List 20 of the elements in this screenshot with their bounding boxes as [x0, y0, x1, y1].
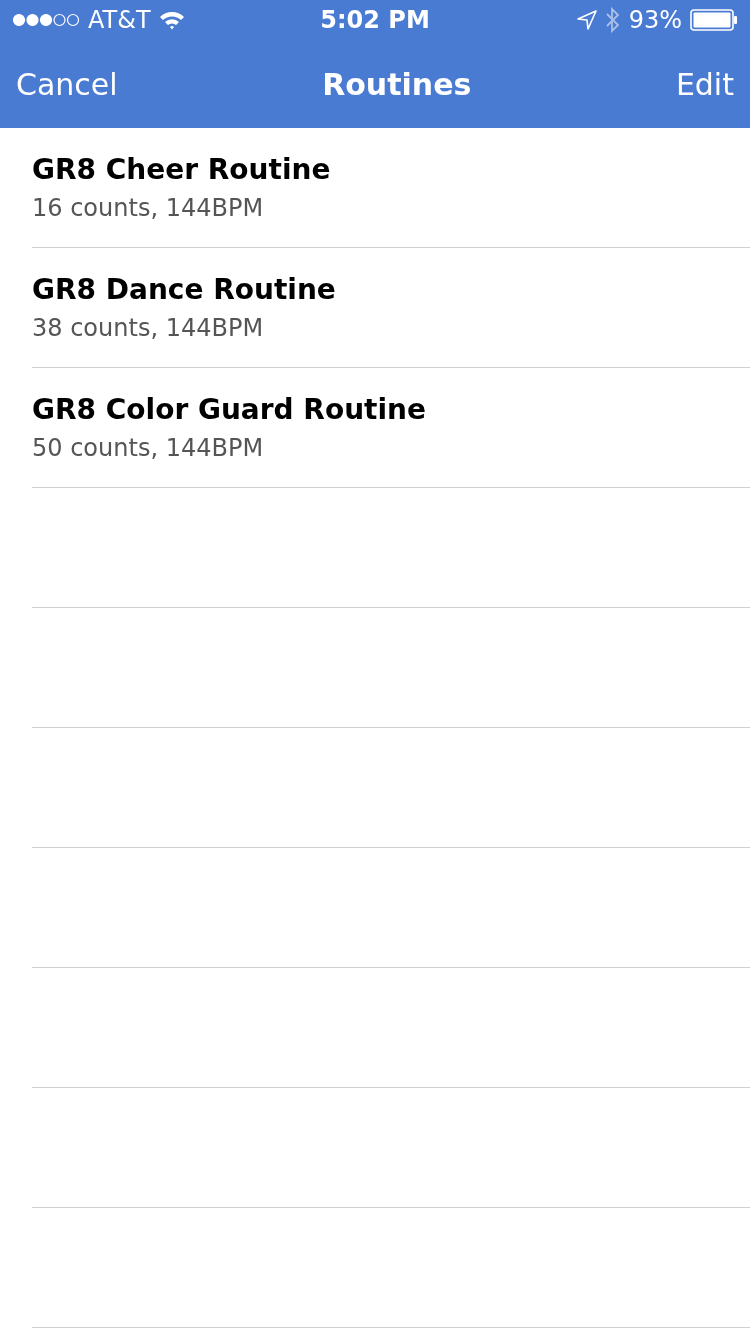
carrier-name: AT&T [88, 6, 151, 34]
routine-detail: 50 counts, 144BPM [32, 434, 265, 462]
routine-detail: 38 counts, 144BPM [32, 314, 265, 342]
nav-title: Routines [322, 66, 472, 102]
routine-detail: 16 counts, 144BPM [32, 194, 265, 222]
routine-title: GR8 Color Guard Routine [32, 393, 427, 426]
edit-button[interactable]: Edit [675, 66, 734, 102]
signal-icon [12, 13, 80, 27]
routine-row[interactable]: GR8 Cheer Routine 16 counts, 144BPM [32, 128, 750, 248]
routine-row[interactable]: GR8 Color Guard Routine 50 counts, 144BPM [32, 368, 750, 488]
wifi-icon [158, 10, 185, 30]
location-arrow-icon [576, 10, 597, 30]
battery-icon [690, 9, 738, 31]
routine-row[interactable]: GR8 Dance Routine 38 counts, 144BPM [32, 248, 750, 368]
battery-percent: 93% [628, 6, 682, 34]
bluetooth-icon [604, 7, 621, 33]
routine-title: GR8 Cheer Routine [32, 153, 332, 186]
status-time: 5:02 PM [320, 6, 430, 34]
cancel-button[interactable]: Cancel [16, 66, 118, 102]
routine-title: GR8 Dance Routine [32, 273, 337, 306]
